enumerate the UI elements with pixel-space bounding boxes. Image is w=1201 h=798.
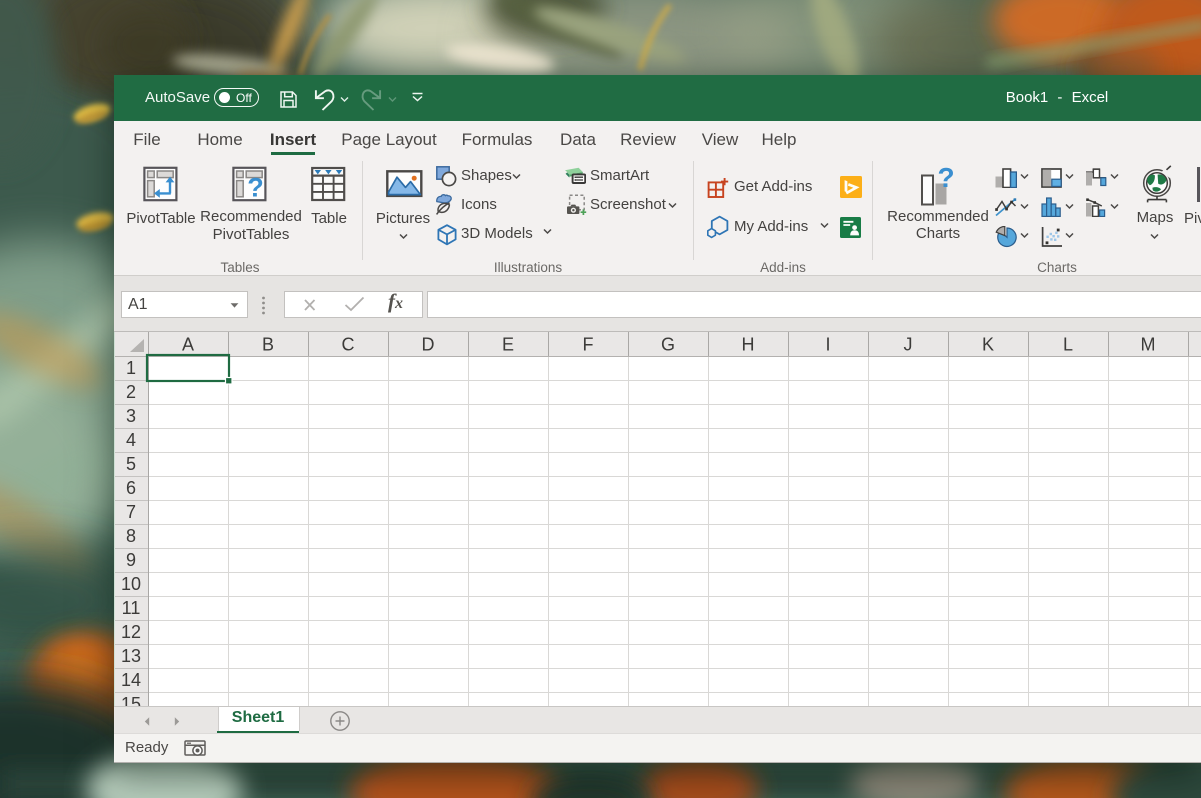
svg-text:M: M (1141, 335, 1156, 355)
svg-text:?: ? (247, 173, 264, 203)
svg-text:11: 11 (122, 598, 141, 618)
svg-text:3: 3 (126, 406, 136, 426)
svg-text:8: 8 (126, 526, 136, 546)
svg-text:I: I (825, 335, 830, 355)
svg-text:4: 4 (126, 430, 136, 450)
svg-text:J: J (904, 335, 913, 355)
svg-text:2: 2 (126, 382, 136, 402)
svg-text:?: ? (937, 166, 954, 193)
svg-text:5: 5 (126, 454, 136, 474)
svg-text:L: L (1063, 335, 1073, 355)
svg-text:A: A (182, 335, 194, 355)
svg-text:G: G (661, 335, 675, 355)
svg-text:9: 9 (126, 550, 136, 570)
svg-text:7: 7 (126, 502, 136, 522)
svg-text:D: D (422, 335, 435, 355)
svg-text:E: E (502, 335, 514, 355)
svg-text:C: C (342, 335, 355, 355)
svg-text:F: F (583, 335, 594, 355)
svg-text:12: 12 (121, 622, 141, 642)
svg-text:6: 6 (126, 478, 136, 498)
svg-text:13: 13 (121, 646, 141, 666)
svg-text:15: 15 (121, 694, 141, 706)
svg-text:B: B (262, 335, 274, 355)
svg-text:1: 1 (126, 358, 136, 378)
svg-text:10: 10 (121, 574, 141, 594)
svg-text:14: 14 (121, 670, 141, 690)
svg-text:H: H (742, 335, 755, 355)
svg-text:K: K (982, 335, 994, 355)
